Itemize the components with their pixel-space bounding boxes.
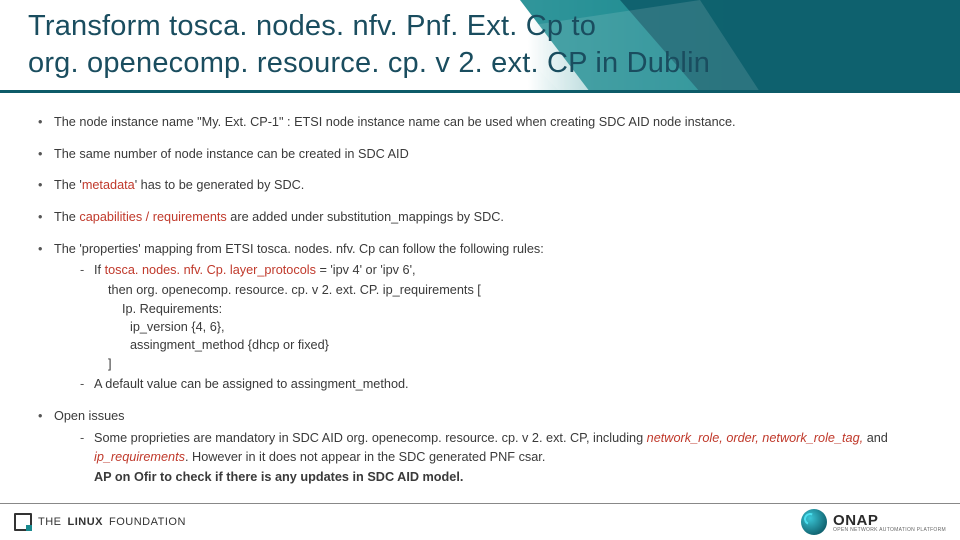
lf-mark-icon xyxy=(14,513,32,531)
slide-title: Transform tosca. nodes. nfv. Pnf. Ext. C… xyxy=(0,0,960,82)
slide-footer: THE LINUX FOUNDATION ONAP OPEN NETWORK A… xyxy=(0,503,960,540)
slide-header: Transform tosca. nodes. nfv. Pnf. Ext. C… xyxy=(0,0,960,93)
rule-layer-protocols: If tosca. nodes. nfv. Cp. layer_protocol… xyxy=(80,261,924,373)
title-line-2: org. openecomp. resource. cp. v 2. ext. … xyxy=(28,47,710,79)
linux-foundation-logo: THE LINUX FOUNDATION xyxy=(14,513,186,531)
slide-body: The node instance name "My. Ext. CP-1" :… xyxy=(0,93,960,488)
bullet-same-number: The same number of node instance can be … xyxy=(36,145,924,165)
rule-default-value: A default value can be assigned to assin… xyxy=(80,375,924,395)
title-line-1: Transform tosca. nodes. nfv. Pnf. Ext. C… xyxy=(28,10,596,42)
bullet-capabilities: The capabilities / requirements are adde… xyxy=(36,208,924,228)
action-point: AP on Ofir to check if there is any upda… xyxy=(94,468,924,488)
mapping-block: then org. openecomp. resource. cp. v 2. … xyxy=(108,281,924,373)
bullet-open-issues: Open issues Some proprieties are mandato… xyxy=(36,407,924,488)
bullet-metadata: The 'metadata' has to be generated by SD… xyxy=(36,176,924,196)
open-issue-mandatory-props: Some proprieties are mandatory in SDC AI… xyxy=(80,429,924,488)
onap-logo: ONAP OPEN NETWORK AUTOMATION PLATFORM xyxy=(801,509,946,535)
bullet-properties-mapping: The 'properties' mapping from ETSI tosca… xyxy=(36,240,924,395)
bullet-node-instance-name: The node instance name "My. Ext. CP-1" :… xyxy=(36,113,924,133)
onap-globe-icon xyxy=(801,509,827,535)
